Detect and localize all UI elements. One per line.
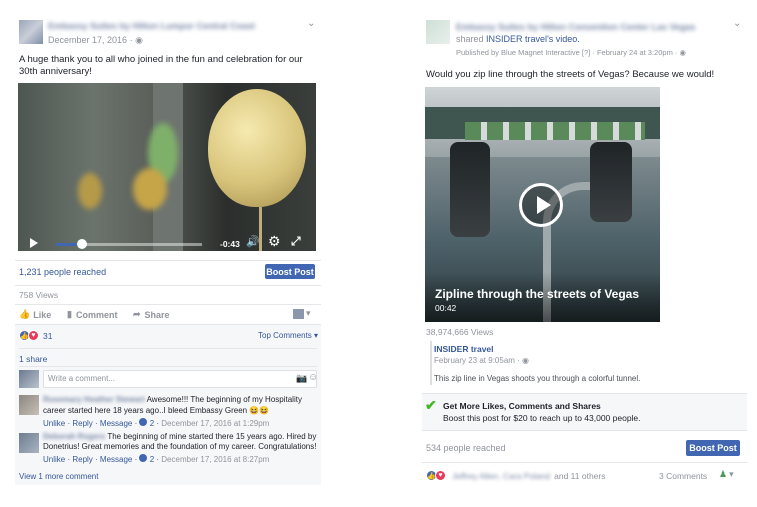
shared-source-link[interactable]: INSIDER travel xyxy=(486,34,547,44)
play-triangle-icon xyxy=(537,196,551,214)
right-post-options-chevron-icon[interactable]: ⌄ xyxy=(733,18,741,29)
divider xyxy=(15,260,321,261)
reply-link[interactable]: Reply xyxy=(72,419,92,428)
left-page-avatar[interactable] xyxy=(19,20,43,44)
video-progress-track[interactable] xyxy=(56,239,202,249)
settings-gear-icon[interactable]: ⚙ xyxy=(268,233,281,250)
divider xyxy=(15,285,321,286)
left-boost-post-button[interactable]: Boost Post xyxy=(265,264,315,279)
comment-actions: Unlike · Reply · Message · 2 · December … xyxy=(43,454,270,464)
view-more-comments-link[interactable]: View 1 more comment xyxy=(19,472,98,481)
source-date[interactable]: February 23 at 9:05am · ◉ xyxy=(434,356,529,365)
right-page-avatar[interactable] xyxy=(426,20,450,44)
video-play-icon[interactable] xyxy=(30,238,38,248)
globe-icon: ◉ xyxy=(679,48,687,57)
right-people-reached[interactable]: 534 people reached xyxy=(426,443,506,453)
video-balloon-yellow-left xyxy=(78,173,102,209)
right-post-text: Would you zip line through the streets o… xyxy=(426,69,715,80)
video-scene-signs xyxy=(465,122,645,140)
globe-icon: ◉ xyxy=(522,356,530,365)
left-post-text: A huge thank you to all who joined in th… xyxy=(19,54,303,77)
message-link[interactable]: Message xyxy=(100,419,132,428)
divider xyxy=(422,462,747,463)
video-balloon-yellow-small xyxy=(133,168,167,210)
video-rider-right xyxy=(590,142,632,222)
shares-count[interactable]: 1 share xyxy=(19,354,47,364)
emoji-icon[interactable]: ☺ xyxy=(308,372,318,383)
right-reactions-summary[interactable]: 👍 ♥ Jeffrey Allen, Cara Poland and 11 ot… xyxy=(426,470,605,481)
unlike-link[interactable]: Unlike xyxy=(43,455,65,464)
comment-body: Deborah Rogers The beginning of mine sta… xyxy=(43,432,319,452)
video-duration: 00:42 xyxy=(435,303,457,313)
caret-down-icon: ▾ xyxy=(314,331,319,340)
audience-selector[interactable]: ▾ xyxy=(293,308,311,319)
source-name-link[interactable]: INSIDER travel xyxy=(434,344,494,354)
like-button[interactable]: 👍 Like xyxy=(19,309,51,320)
left-post-card: Embassy Suites by Hilton Lumpur Central … xyxy=(15,15,321,485)
left-page-name[interactable]: Embassy Suites by Hilton Lumpur Central … xyxy=(48,21,255,31)
published-info: Published by Blue Magnet Interactive [?]… xyxy=(456,48,687,57)
right-boost-post-button[interactable]: Boost Post xyxy=(686,440,740,456)
page-thumbnail-icon xyxy=(293,308,304,319)
globe-icon: ◉ xyxy=(135,35,143,45)
left-video-player[interactable]: -0:43 🔊 ⚙ ⤢ xyxy=(18,83,316,251)
video-title: Zipline through the streets of Vegas xyxy=(435,287,640,301)
promo-text: Boost this post for $20 to reach up to 4… xyxy=(443,413,641,423)
person-icon: ♟ xyxy=(719,469,728,479)
top-comments-dropdown[interactable]: Top Comments ▾ xyxy=(258,331,318,340)
fullscreen-icon[interactable]: ⤢ xyxy=(291,234,301,249)
left-post-date[interactable]: December 17, 2016 · ◉ xyxy=(48,35,143,46)
thumbs-up-icon: 👍 xyxy=(19,309,31,319)
source-description: This zip line in Vegas shoots you throug… xyxy=(434,374,641,383)
like-count-icon xyxy=(139,454,148,462)
left-post-options-chevron-icon[interactable]: ⌄ xyxy=(307,18,315,29)
comment-button[interactable]: ▮ Comment xyxy=(67,309,117,320)
green-check-icon: ✔ xyxy=(425,397,437,413)
comment-author[interactable]: Rosemary Heather Stewart xyxy=(43,395,145,404)
commenter-avatar xyxy=(19,370,39,388)
comment-avatar[interactable] xyxy=(19,395,39,415)
comments-count-link[interactable]: 3 Comments xyxy=(659,471,707,481)
share-button[interactable]: ➦ Share xyxy=(133,309,170,320)
comment-body: Rosemary Heather Stewart Awesome!!! The … xyxy=(43,394,319,416)
reactions-summary[interactable]: 👍 ♥ 31 xyxy=(19,330,52,341)
speech-bubble-icon: ▮ xyxy=(67,309,72,319)
smile-emoji-icon: 😆😆 xyxy=(249,406,270,415)
caret-down-icon: ▾ xyxy=(306,308,311,318)
share-arrow-icon: ➦ xyxy=(133,309,141,319)
right-video-player[interactable]: Zipline through the streets of Vegas 00:… xyxy=(425,87,660,322)
video-balloon-main xyxy=(208,89,306,207)
caret-down-icon: ▾ xyxy=(729,469,734,479)
message-link[interactable]: Message xyxy=(100,455,132,464)
love-reaction-icon: ♥ xyxy=(435,470,446,481)
comment-input[interactable]: Write a comment... 📷 ☺ xyxy=(43,370,318,388)
right-post-card: Embassy Suites by Hilton Convention Cent… xyxy=(422,15,747,490)
comment-avatar[interactable] xyxy=(19,433,39,453)
video-play-button[interactable] xyxy=(519,183,563,227)
comment-author[interactable]: Deborah Rogers xyxy=(43,432,105,441)
divider xyxy=(19,366,317,367)
volume-icon[interactable]: 🔊 xyxy=(246,235,260,248)
divider xyxy=(15,304,321,305)
right-views-count: 38,974,666 Views xyxy=(426,327,494,337)
left-views-count: 758 Views xyxy=(19,290,59,300)
like-count-icon xyxy=(139,418,148,426)
unlike-link[interactable]: Unlike xyxy=(43,419,65,428)
shared-line: shared INSIDER travel's video. xyxy=(456,34,580,44)
right-page-name[interactable]: Embassy Suites by Hilton Convention Cent… xyxy=(456,22,696,32)
audience-selector[interactable]: ♟ ▾ xyxy=(719,469,734,480)
video-time-remaining: -0:43 xyxy=(220,239,240,249)
camera-icon[interactable]: 📷 xyxy=(296,373,307,384)
boost-promo-banner[interactable] xyxy=(422,393,747,431)
love-reaction-icon: ♥ xyxy=(28,330,39,341)
divider xyxy=(19,348,317,349)
video-rider-left xyxy=(450,142,490,237)
reply-link[interactable]: Reply xyxy=(72,455,92,464)
comment-actions: Unlike · Reply · Message · 2 · December … xyxy=(43,418,270,428)
left-people-reached[interactable]: 1,231 people reached xyxy=(19,267,106,277)
promo-title: Get More Likes, Comments and Shares xyxy=(443,401,601,411)
